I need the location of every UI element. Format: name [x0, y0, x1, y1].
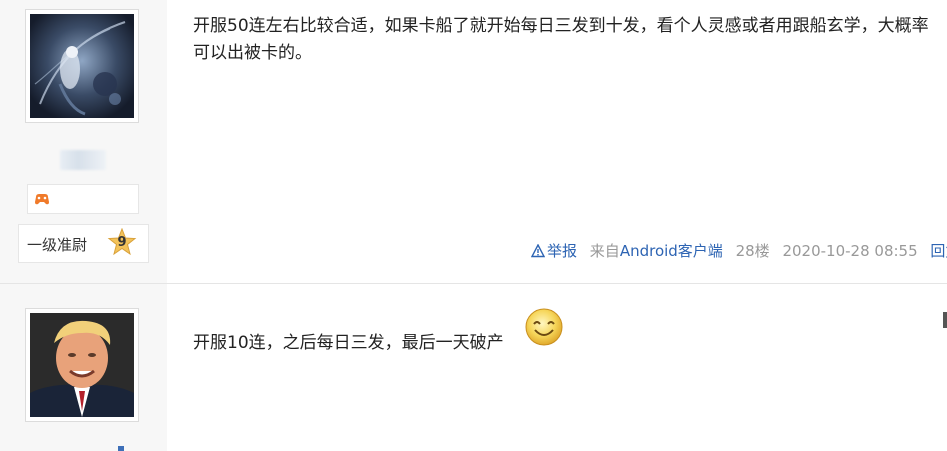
client-link[interactable]: Android客户端 [620, 242, 723, 260]
reply-button[interactable]: 回复 [930, 242, 947, 260]
game-controller-icon[interactable] [33, 190, 51, 208]
username-fragment[interactable] [118, 446, 124, 451]
post-content: 开服10连，之后每日三发，最后一天破产 [193, 333, 504, 353]
author-sidebar [0, 284, 167, 451]
avatar[interactable] [25, 308, 139, 422]
avatar-image[interactable] [30, 313, 134, 417]
source-prefix: 来自 [589, 242, 620, 260]
client-source: 来自Android客户端 [590, 242, 723, 260]
level-badge: 9 [107, 227, 137, 258]
post-tail: 举报 来自Android客户端 28楼 2020-10-28 08:55 回复 [531, 240, 947, 261]
level-number: 9 [117, 235, 127, 250]
report-link[interactable]: 举报 [531, 242, 582, 260]
post-28: 一级准尉 9 开服50连左右比较合适，如果卡船了就开始每日三发到十发，看个人灵感… [0, 0, 947, 283]
rank-box[interactable]: 一级准尉 9 [18, 224, 149, 263]
smile-emoji-icon [525, 308, 563, 346]
avatar[interactable] [25, 9, 139, 123]
edge-scroll-mark [943, 312, 947, 328]
post-29: 开服10连，之后每日三发，最后一天破产 [0, 284, 947, 451]
warning-icon [531, 244, 545, 258]
avatar-image[interactable] [30, 14, 134, 118]
report-label: 举报 [547, 242, 578, 260]
author-sidebar: 一级准尉 9 [0, 0, 167, 283]
post-time: 2020-10-28 08:55 [782, 242, 918, 260]
floor-number: 28楼 [735, 242, 770, 260]
username-blurred[interactable] [60, 150, 106, 170]
post-content: 开服50连左右比较合适，如果卡船了就开始每日三发到十发，看个人灵感或者用跟船玄学… [193, 16, 929, 63]
badge-box [27, 184, 139, 214]
rank-title: 一级准尉 [27, 236, 88, 254]
